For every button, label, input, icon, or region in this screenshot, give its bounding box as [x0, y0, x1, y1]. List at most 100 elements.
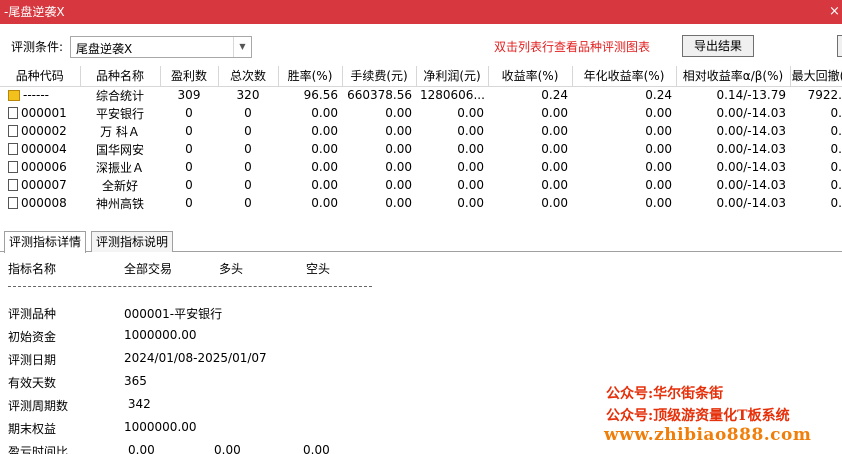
table-cell: 660378.56	[347, 88, 412, 103]
table-cell: 320	[236, 88, 260, 103]
table-cell: 0.14/-13.79	[716, 88, 786, 103]
table-row[interactable]: 000008 神州高铁 0 0 0.00 0.00 0.00 0.00 0.00 0.00/-14…	[0, 194, 842, 212]
condition-select[interactable]: 尾盘逆袭X ▼	[70, 36, 252, 58]
column-header[interactable]: 年化收益率(%)	[572, 66, 677, 87]
export-button[interactable]: 导出结果	[682, 35, 754, 57]
code-text: 000006	[21, 160, 67, 174]
field-value: 1000000.00	[124, 420, 197, 434]
code-cell-content: 000006	[8, 160, 76, 174]
column-header[interactable]: 总次数	[218, 66, 279, 87]
table-cell: 0.00/-14.03	[716, 196, 786, 210]
table-cell: 0.00	[645, 142, 672, 156]
table-cell: 0.00	[645, 160, 672, 174]
table-cell: 0	[244, 160, 252, 174]
table-cell: 0.00	[311, 196, 338, 210]
table-cell: 国华网安	[95, 142, 144, 157]
table-cell: 平安银行	[95, 106, 144, 121]
field-key: 初始资金	[8, 330, 57, 344]
field-value-short: 0.00	[303, 443, 330, 454]
table-cell: 0.00	[541, 124, 568, 138]
column-header[interactable]: 净利润(元)	[416, 66, 489, 87]
table-cell: 7922.	[807, 88, 842, 103]
table-row[interactable]: ------ 综合统计 309 320 96.56 660378.56 1280606...…	[0, 86, 842, 104]
detail-tabs: 评测指标详情 评测指标说明	[0, 228, 842, 253]
table-cell: 309	[177, 88, 201, 103]
column-header[interactable]: 胜率(%)	[278, 66, 343, 87]
field-key: 盈亏时间比	[8, 445, 69, 454]
column-header[interactable]: 品种名称	[80, 66, 161, 87]
column-header[interactable]: 收益率(%)	[488, 66, 573, 87]
column-header[interactable]: 品种代码	[0, 66, 81, 87]
field-key: 期末权益	[8, 422, 57, 436]
table-cell: 0.00	[385, 106, 412, 120]
detail-header-short: 空头	[306, 262, 331, 276]
folder-icon	[8, 89, 20, 101]
table-cell: 0.	[830, 106, 842, 120]
field-key: 有效天数	[8, 376, 57, 390]
table-cell: 0	[244, 178, 252, 192]
close-icon[interactable]: ×	[827, 0, 842, 24]
code-cell-content: 000007	[8, 178, 76, 192]
table-cell: 0.00/-14.03	[716, 124, 786, 138]
field-key: 评测日期	[8, 353, 57, 367]
code-cell-content: 000001	[8, 106, 76, 120]
table-cell: 0	[185, 160, 193, 174]
table-cell: 综合统计	[95, 88, 144, 103]
code-cell-content: 000008	[8, 196, 76, 210]
divider	[8, 286, 372, 287]
chevron-down-icon[interactable]: ▼	[233, 37, 251, 57]
table-cell: 0.00	[645, 196, 672, 210]
code-text: 000004	[21, 142, 67, 156]
detail-header-all: 全部交易	[124, 262, 173, 276]
tab-explanation[interactable]: 评测指标说明	[91, 231, 174, 252]
detail-header-name: 指标名称	[8, 262, 57, 276]
results-table[interactable]: 品种代码 品种名称 盈利数 总次数 胜率(%) 手续费(元) 净利润(元) 收益率(%) 年化收…	[0, 66, 842, 218]
code-cell: ------	[0, 86, 80, 104]
table-cell: 0	[244, 124, 252, 138]
table-row[interactable]: 000002 万 科Ａ 0 0 0.00 0.00 0.00 0.00 0.00 0.00/-14…	[0, 122, 842, 140]
tab-detail[interactable]: 评测指标详情	[4, 231, 87, 253]
table-cell: 0.	[830, 178, 842, 192]
table-cell: 0.00	[541, 196, 568, 210]
code-text: 000008	[21, 196, 67, 210]
column-header[interactable]: 最大回撤(	[790, 66, 842, 87]
document-icon	[8, 197, 18, 209]
edge-button[interactable]	[837, 35, 842, 57]
column-header[interactable]: 相对收益率α/β(%)	[676, 66, 791, 87]
table-row[interactable]: 000004 国华网安 0 0 0.00 0.00 0.00 0.00 0.00 0.00/-14…	[0, 140, 842, 158]
column-header[interactable]: 盈利数	[160, 66, 219, 87]
document-icon	[8, 107, 18, 119]
table-row[interactable]: 000007 全新好 0 0 0.00 0.00 0.00 0.00 0.00 0.00/-14.…	[0, 176, 842, 194]
table-cell: 0.00	[645, 178, 672, 192]
table-cell: 0.24	[541, 88, 568, 103]
code-cell: 000008	[0, 194, 80, 212]
document-icon	[8, 179, 18, 191]
table-cell: 万 科Ａ	[100, 124, 140, 139]
table-cell: 0.00	[311, 160, 338, 174]
condition-bar: 评测条件: 尾盘逆袭X ▼ 双击列表行查看品种评测图表 导出结果	[0, 24, 842, 66]
code-cell-content: 000004	[8, 142, 76, 156]
code-cell: 000006	[0, 158, 80, 176]
code-cell-content: 000002	[8, 124, 76, 138]
table-row[interactable]: 000006 深振业Ａ 0 0 0.00 0.00 0.00 0.00 0.00 0.00/-14…	[0, 158, 842, 176]
table-cell: 深振业Ａ	[95, 160, 144, 175]
table-cell: 0	[185, 196, 193, 210]
table-cell: 0.00/-14.03	[716, 106, 786, 120]
field-value: 2024/01/08-2025/01/07	[124, 351, 267, 365]
field-value: 365	[124, 374, 147, 388]
table-cell: 0.00	[385, 196, 412, 210]
table-cell: 0.	[830, 142, 842, 156]
column-header[interactable]: 手续费(元)	[342, 66, 417, 87]
detail-header-long: 多头	[219, 262, 244, 276]
table-cell: 0.00	[457, 142, 484, 156]
table-cell: 0	[244, 106, 252, 120]
field-value: 342	[124, 397, 151, 411]
code-text: 000007	[21, 178, 67, 192]
table-cell: 全新好	[101, 178, 138, 193]
document-icon	[8, 161, 18, 173]
window-title: -尾盘逆袭X	[4, 5, 65, 19]
code-cell: 000007	[0, 176, 80, 194]
table-row[interactable]: 000001 平安银行 0 0 0.00 0.00 0.00 0.00 0.00 0.00/-14…	[0, 104, 842, 122]
table-cell: 0.00	[645, 106, 672, 120]
table-header-row: 品种代码 品种名称 盈利数 总次数 胜率(%) 手续费(元) 净利润(元) 收益率(%) 年化收…	[0, 66, 842, 87]
